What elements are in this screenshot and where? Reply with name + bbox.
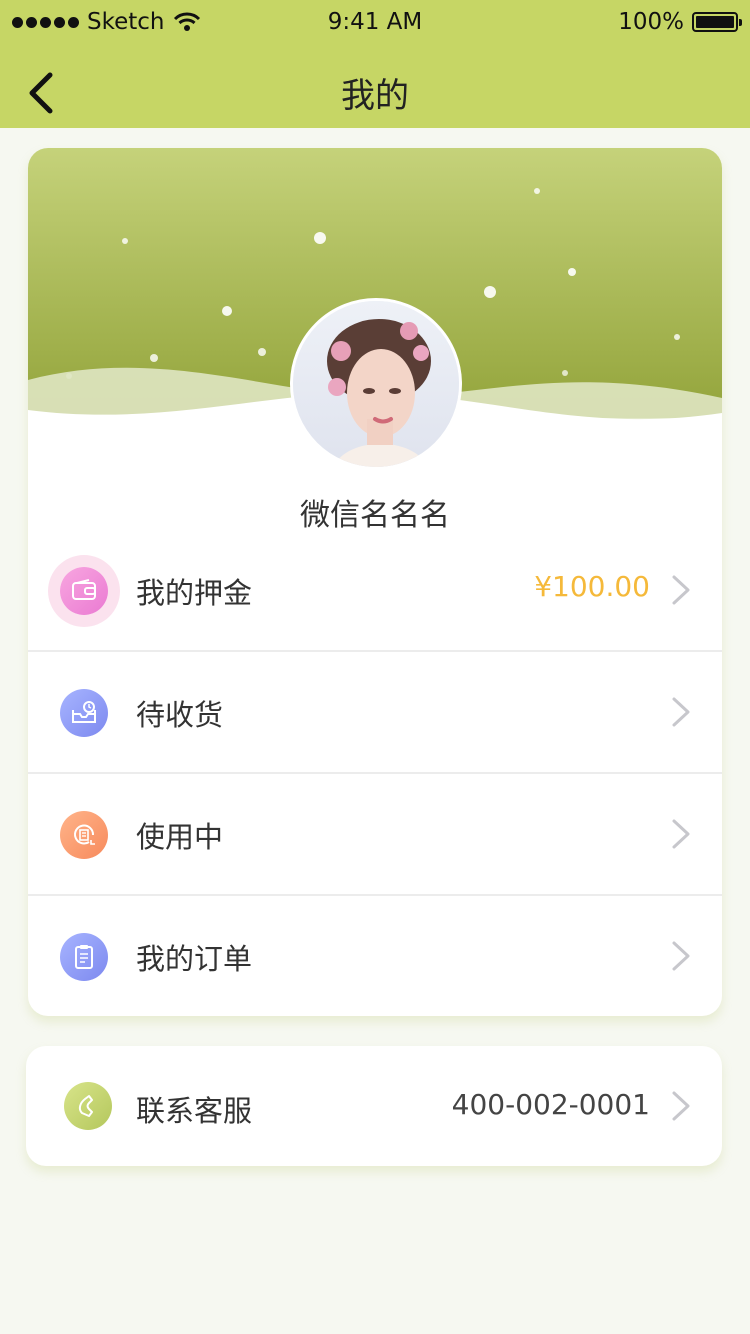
contact-service-row[interactable]: 联系客服 400-002-0001: [26, 1046, 722, 1166]
clipboard-icon: [60, 933, 108, 981]
menu-item-pending-receipt[interactable]: 待收货: [28, 652, 722, 774]
deposit-amount: ¥100.00: [534, 570, 650, 603]
battery-status: 100%: [618, 9, 742, 35]
status-bar: Sketch 9:41 AM 100%: [0, 0, 750, 44]
chevron-right-icon: [672, 1091, 690, 1121]
username: 微信名名名: [300, 498, 450, 533]
chevron-right-icon: [672, 819, 690, 849]
menu-item-label: 使用中: [136, 820, 224, 854]
chevron-right-icon: [672, 575, 690, 605]
battery-icon: [692, 12, 742, 32]
avatar[interactable]: [290, 298, 462, 470]
menu-item-orders[interactable]: 我的订单: [28, 896, 722, 1016]
menu-item-in-use[interactable]: 使用中: [28, 774, 722, 896]
profile-card: 微信名名名 我的押金 ¥100.00 待收货 使用中 我的订单: [28, 148, 722, 1016]
menu-item-deposit[interactable]: 我的押金 ¥100.00: [28, 530, 722, 652]
chevron-right-icon: [672, 941, 690, 971]
page-title: 我的: [341, 76, 409, 116]
menu-item-label: 待收货: [136, 698, 224, 732]
menu-list: 我的押金 ¥100.00 待收货 使用中 我的订单: [28, 530, 722, 1016]
menu-item-label: 我的订单: [136, 942, 253, 976]
contact-phone-number: 400-002-0001: [451, 1088, 650, 1121]
menu-item-label: 我的押金: [136, 576, 253, 610]
battery-percent: 100%: [618, 9, 684, 35]
top-bar: Sketch 9:41 AM 100% 我的: [0, 0, 750, 128]
inbox-clock-icon: [60, 689, 108, 737]
document-icon: [60, 811, 108, 859]
avatar-image: [293, 301, 459, 467]
chevron-right-icon: [672, 697, 690, 727]
contact-label: 联系客服: [136, 1094, 253, 1128]
wallet-icon: [60, 567, 108, 615]
phone-icon: [64, 1082, 112, 1130]
